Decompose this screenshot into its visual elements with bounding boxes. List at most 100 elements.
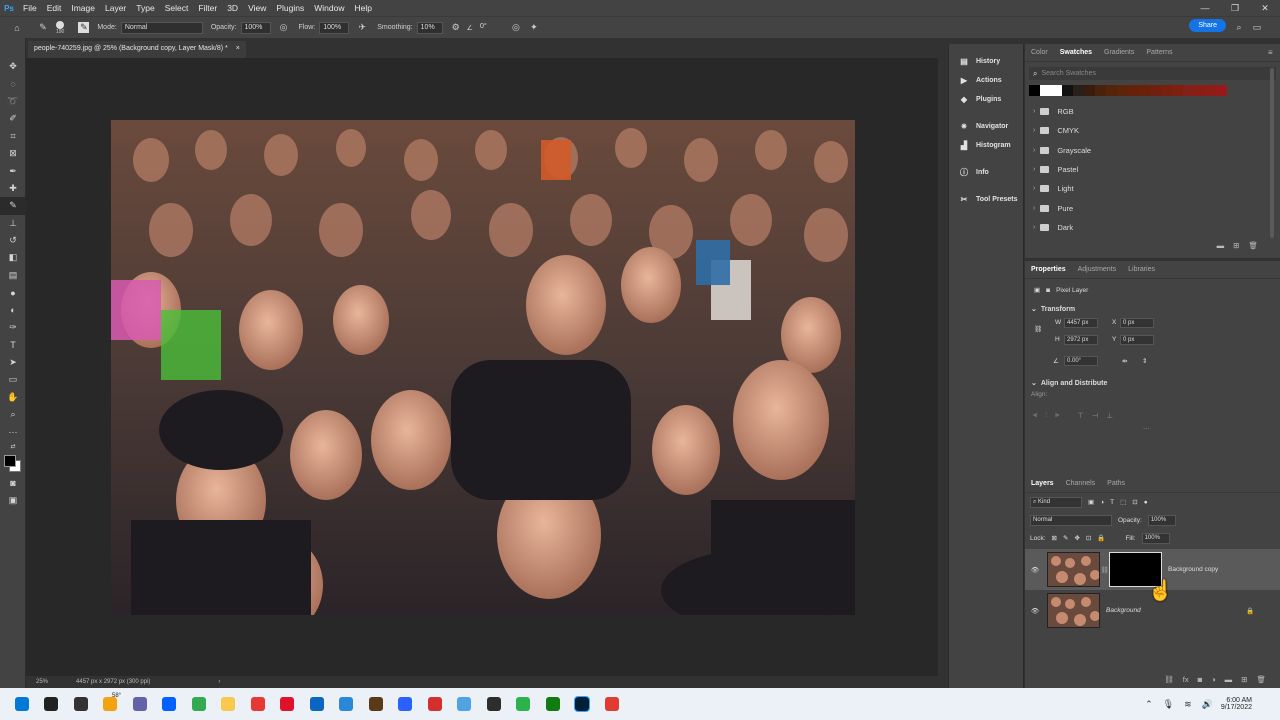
taskbar-mail[interactable] <box>302 688 332 720</box>
swatch-search-box[interactable]: ⌕ Search Swatches <box>1029 67 1276 80</box>
add-mask-icon[interactable]: ◙ <box>1198 675 1203 684</box>
taskbar-app-red-diamond[interactable] <box>243 688 273 720</box>
menu-image[interactable]: Image <box>66 3 100 13</box>
filter-adjustment-icon[interactable]: ◑ <box>1100 499 1104 506</box>
quick-select-tool-icon[interactable]: ✐ <box>0 110 26 127</box>
tab-swatches[interactable]: Swatches <box>1060 49 1092 56</box>
align-left-icon[interactable]: ⫷ <box>1033 410 1037 420</box>
zoom-level[interactable]: 25% <box>36 679 48 685</box>
filter-type-icon[interactable]: T <box>1110 499 1114 506</box>
flow-input[interactable]: 100% <box>319 21 350 34</box>
search-icon[interactable]: ⌕ <box>1232 20 1246 34</box>
filter-kind-select[interactable]: ⌕ Kind <box>1030 496 1082 508</box>
swatch-folder-light[interactable]: › Light <box>1025 179 1280 198</box>
menu-help[interactable]: Help <box>349 3 376 13</box>
clone-stamp-tool-icon[interactable]: ⊥ <box>0 215 26 232</box>
dock-history[interactable]: ▤ History <box>949 52 1023 71</box>
taskbar-vscode-like[interactable] <box>332 688 362 720</box>
link-dimensions-icon[interactable]: ⛓ <box>1034 325 1042 333</box>
lock-all-icon[interactable]: 🔒 <box>1097 534 1105 542</box>
menu-filter[interactable]: Filter <box>193 3 222 13</box>
taskbar-app-blue-doc[interactable] <box>391 688 421 720</box>
recent-swatch[interactable] <box>1172 85 1183 96</box>
taskbar-app-red[interactable] <box>597 688 627 720</box>
document-tab[interactable]: people-740259.jpg @ 25% (Background copy… <box>28 41 246 58</box>
dock-actions[interactable]: ▶ Actions <box>949 71 1023 90</box>
restore-button[interactable]: ❐ <box>1220 0 1250 16</box>
opacity-input[interactable]: 100% <box>240 21 271 34</box>
align-top-icon[interactable]: ⊤ <box>1077 411 1084 420</box>
recent-swatch[interactable] <box>1062 85 1073 96</box>
visibility-eye-icon[interactable]: 👁 <box>1025 566 1045 574</box>
layer-opacity-input[interactable]: 100% <box>1147 514 1176 526</box>
brush-tool-icon[interactable]: ✎ <box>0 197 26 215</box>
brush-settings-icon[interactable]: ✎ <box>78 22 90 33</box>
recent-swatch[interactable] <box>1073 85 1084 96</box>
close-tab-icon[interactable]: × <box>236 45 240 54</box>
zoom-tool-icon[interactable]: ⌕ <box>0 406 26 423</box>
angle-input[interactable]: 0° <box>477 22 497 34</box>
shape-tool-icon[interactable]: ▭ <box>0 371 26 388</box>
color-swatches[interactable] <box>0 453 25 475</box>
align-vcenter-icon[interactable]: ⊣ <box>1092 411 1099 420</box>
tab-adjustments[interactable]: Adjustments <box>1078 266 1117 273</box>
link-layers-icon[interactable]: ⛓ <box>1164 675 1174 684</box>
smoothing-input[interactable]: 10% <box>416 21 443 34</box>
taskbar-app-brown[interactable] <box>361 688 391 720</box>
height-input[interactable]: 2972 px <box>1064 335 1098 345</box>
recent-swatch[interactable] <box>1205 85 1216 96</box>
taskbar-snipping-tool[interactable] <box>420 688 450 720</box>
taskbar-photos[interactable] <box>450 688 480 720</box>
adjustment-layer-icon[interactable]: ◑ <box>1211 675 1216 684</box>
menu-select[interactable]: Select <box>160 3 194 13</box>
menu-type[interactable]: Type <box>131 3 159 13</box>
swatch-folder-grayscale[interactable]: › Grayscale <box>1025 141 1280 160</box>
lock-transparent-icon[interactable]: ⊠ <box>1052 534 1057 542</box>
recent-swatch[interactable] <box>1084 85 1095 96</box>
hand-tool-icon[interactable]: ✋ <box>0 388 26 405</box>
taskbar-app-circle[interactable] <box>479 688 509 720</box>
microphone-icon[interactable]: 🎙 <box>1163 699 1174 710</box>
visibility-eye-icon[interactable]: 👁 <box>1025 607 1045 615</box>
healing-brush-tool-icon[interactable]: ✚ <box>0 180 26 197</box>
recent-swatch[interactable] <box>1150 85 1161 96</box>
menu-edit[interactable]: Edit <box>42 3 67 13</box>
brush-preset-icon[interactable]: ✎ <box>36 21 50 35</box>
blur-tool-icon[interactable]: ● <box>0 284 26 301</box>
layer-name[interactable]: Background <box>1106 607 1246 614</box>
swatches-panel-menu-icon[interactable]: ≡ <box>1268 48 1274 57</box>
fill-input[interactable]: 100% <box>1141 532 1170 544</box>
new-group-icon[interactable]: ▬ <box>1225 675 1233 684</box>
y-input[interactable]: 0 px <box>1120 335 1154 345</box>
foreground-color-swatch[interactable] <box>4 454 16 467</box>
flip-vertical-icon[interactable]: ⇕ <box>1142 357 1147 365</box>
dock-plugins[interactable]: ◆ Plugins <box>949 90 1023 109</box>
recent-swatch[interactable] <box>1183 85 1194 96</box>
swap-colors-icon[interactable]: ⇄ <box>0 441 26 453</box>
swatch-folder-dark[interactable]: › Dark <box>1025 218 1280 237</box>
swatches-scrollbar[interactable] <box>1270 68 1274 238</box>
recent-swatch[interactable] <box>1161 85 1172 96</box>
document-canvas-photo[interactable] <box>111 120 855 615</box>
quick-mask-icon[interactable]: ◙ <box>0 475 26 492</box>
brush-size-picker[interactable]: 190 <box>56 20 64 35</box>
eraser-tool-icon[interactable]: ◧ <box>0 249 26 266</box>
taskbar-app-green[interactable] <box>538 688 568 720</box>
tab-libraries[interactable]: Libraries <box>1128 266 1155 273</box>
tab-layers[interactable]: Layers <box>1031 480 1054 487</box>
move-tool-icon[interactable]: ✥ <box>0 58 26 75</box>
swatch-folder-rgb[interactable]: › RGB <box>1025 102 1280 121</box>
marquee-tool-icon[interactable]: ◌ <box>0 75 26 92</box>
clock[interactable]: 6:00 AM 9/17/2022 <box>1221 697 1252 711</box>
new-group-icon[interactable]: ▬ <box>1217 241 1225 250</box>
recent-swatch[interactable] <box>1029 85 1040 96</box>
dock-histogram[interactable]: ▟ Histogram <box>949 136 1023 155</box>
lasso-tool-icon[interactable]: ➰ <box>0 93 26 110</box>
taskbar-search[interactable] <box>37 688 67 720</box>
width-input[interactable]: 4457 px <box>1064 318 1098 328</box>
history-brush-tool-icon[interactable]: ↺ <box>0 232 26 249</box>
flip-horizontal-icon[interactable]: ⇹ <box>1122 357 1127 365</box>
recent-swatch[interactable] <box>1216 85 1227 96</box>
crop-tool-icon[interactable]: ⌗ <box>0 128 26 145</box>
recent-swatch[interactable] <box>1106 85 1117 96</box>
